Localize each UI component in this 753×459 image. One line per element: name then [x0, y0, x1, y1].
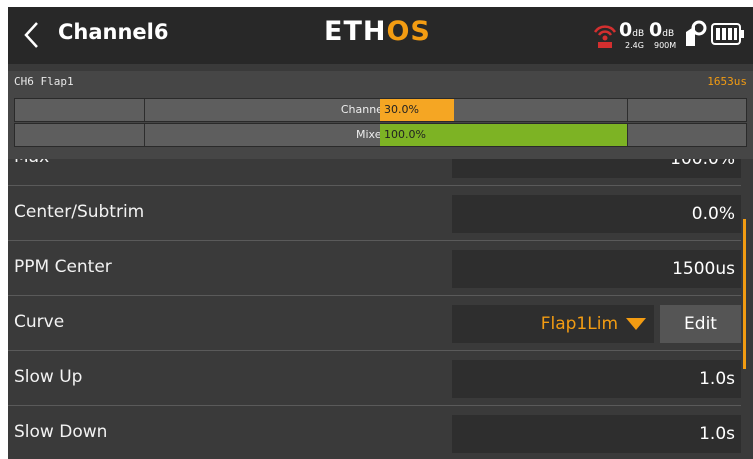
logo-accent: OS	[386, 16, 431, 47]
rssi-900-value: 0dB	[649, 19, 675, 41]
bar-tick	[627, 124, 628, 146]
row-max: Max 100.0%	[8, 159, 753, 186]
chevron-left-icon	[24, 22, 38, 48]
max-label: Max	[14, 159, 49, 167]
screen: Channel6 ETHOS 0dB 2.4G 0dB 900M CH6 Fla…	[8, 7, 753, 459]
dropdown-caret-icon	[626, 318, 646, 330]
row-slow-up: Slow Up 1.0s	[8, 351, 753, 406]
rssi-900-unit: dB	[662, 29, 675, 39]
slow-down-field[interactable]: 1.0s	[452, 415, 741, 453]
channel-bar-fill: 30.0%	[380, 99, 454, 121]
mixer-bar-fill: 100.0%	[380, 124, 627, 146]
bar-tick	[627, 99, 628, 121]
ppm-center-value: 1500us	[672, 259, 735, 279]
mixer-bar: Mixer 100.0%	[14, 123, 747, 147]
page-title: Channel6	[58, 20, 169, 44]
curve-select[interactable]: Flap1Lim	[452, 305, 654, 343]
curve-edit-button[interactable]: Edit	[660, 305, 741, 343]
slow-down-value: 1.0s	[699, 424, 735, 444]
receiver-icon	[686, 20, 707, 46]
row-slow-down: Slow Down 1.0s	[8, 406, 753, 459]
mixer-bar-value: 100.0%	[384, 128, 426, 141]
scrollbar[interactable]	[743, 219, 746, 369]
ethos-logo: ETHOS	[324, 16, 431, 47]
rssi-900-band: 900M	[654, 41, 677, 50]
slow-up-value: 1.0s	[699, 369, 735, 389]
max-value: 100.0%	[670, 159, 735, 169]
pulse-width: 1653us	[707, 75, 747, 88]
curve-label: Curve	[14, 312, 65, 332]
channel-bar: Channel 30.0%	[14, 98, 747, 122]
center-subtrim-value: 0.0%	[691, 204, 735, 224]
ppm-center-field[interactable]: 1500us	[452, 250, 741, 288]
channel-name: CH6 Flap1	[14, 75, 74, 88]
max-field[interactable]: 100.0%	[452, 159, 741, 178]
rf-signal-icon	[593, 25, 617, 48]
bar-tick	[144, 124, 145, 146]
channel-bar-value: 30.0%	[384, 103, 419, 116]
row-curve: Curve Flap1Lim Edit	[8, 296, 753, 351]
row-center-subtrim: Center/Subtrim 0.0%	[8, 186, 753, 241]
rssi-24-value: 0dB	[619, 19, 645, 41]
row-ppm-center: PPM Center 1500us	[8, 241, 753, 296]
output-monitor: CH6 Flap1 1653us Channel 30.0% Mixer 100…	[8, 71, 753, 159]
rssi-24-band: 2.4G	[625, 41, 644, 50]
center-subtrim-field[interactable]: 0.0%	[452, 195, 741, 233]
slow-up-label: Slow Up	[14, 367, 83, 387]
back-button[interactable]	[14, 17, 54, 53]
slow-down-label: Slow Down	[14, 422, 108, 442]
header-bar: Channel6 ETHOS 0dB 2.4G 0dB 900M	[8, 7, 753, 64]
ppm-center-label: PPM Center	[14, 257, 112, 277]
bar-tick	[144, 99, 145, 121]
battery-icon	[711, 23, 744, 45]
curve-value: Flap1Lim	[540, 314, 618, 334]
center-subtrim-label: Center/Subtrim	[14, 202, 145, 222]
rssi-24-unit: dB	[632, 29, 645, 39]
settings-list[interactable]: Max 100.0% Center/Subtrim 0.0% PPM Cente…	[8, 159, 753, 459]
logo-main: ETH	[324, 16, 387, 47]
slow-up-field[interactable]: 1.0s	[452, 360, 741, 398]
